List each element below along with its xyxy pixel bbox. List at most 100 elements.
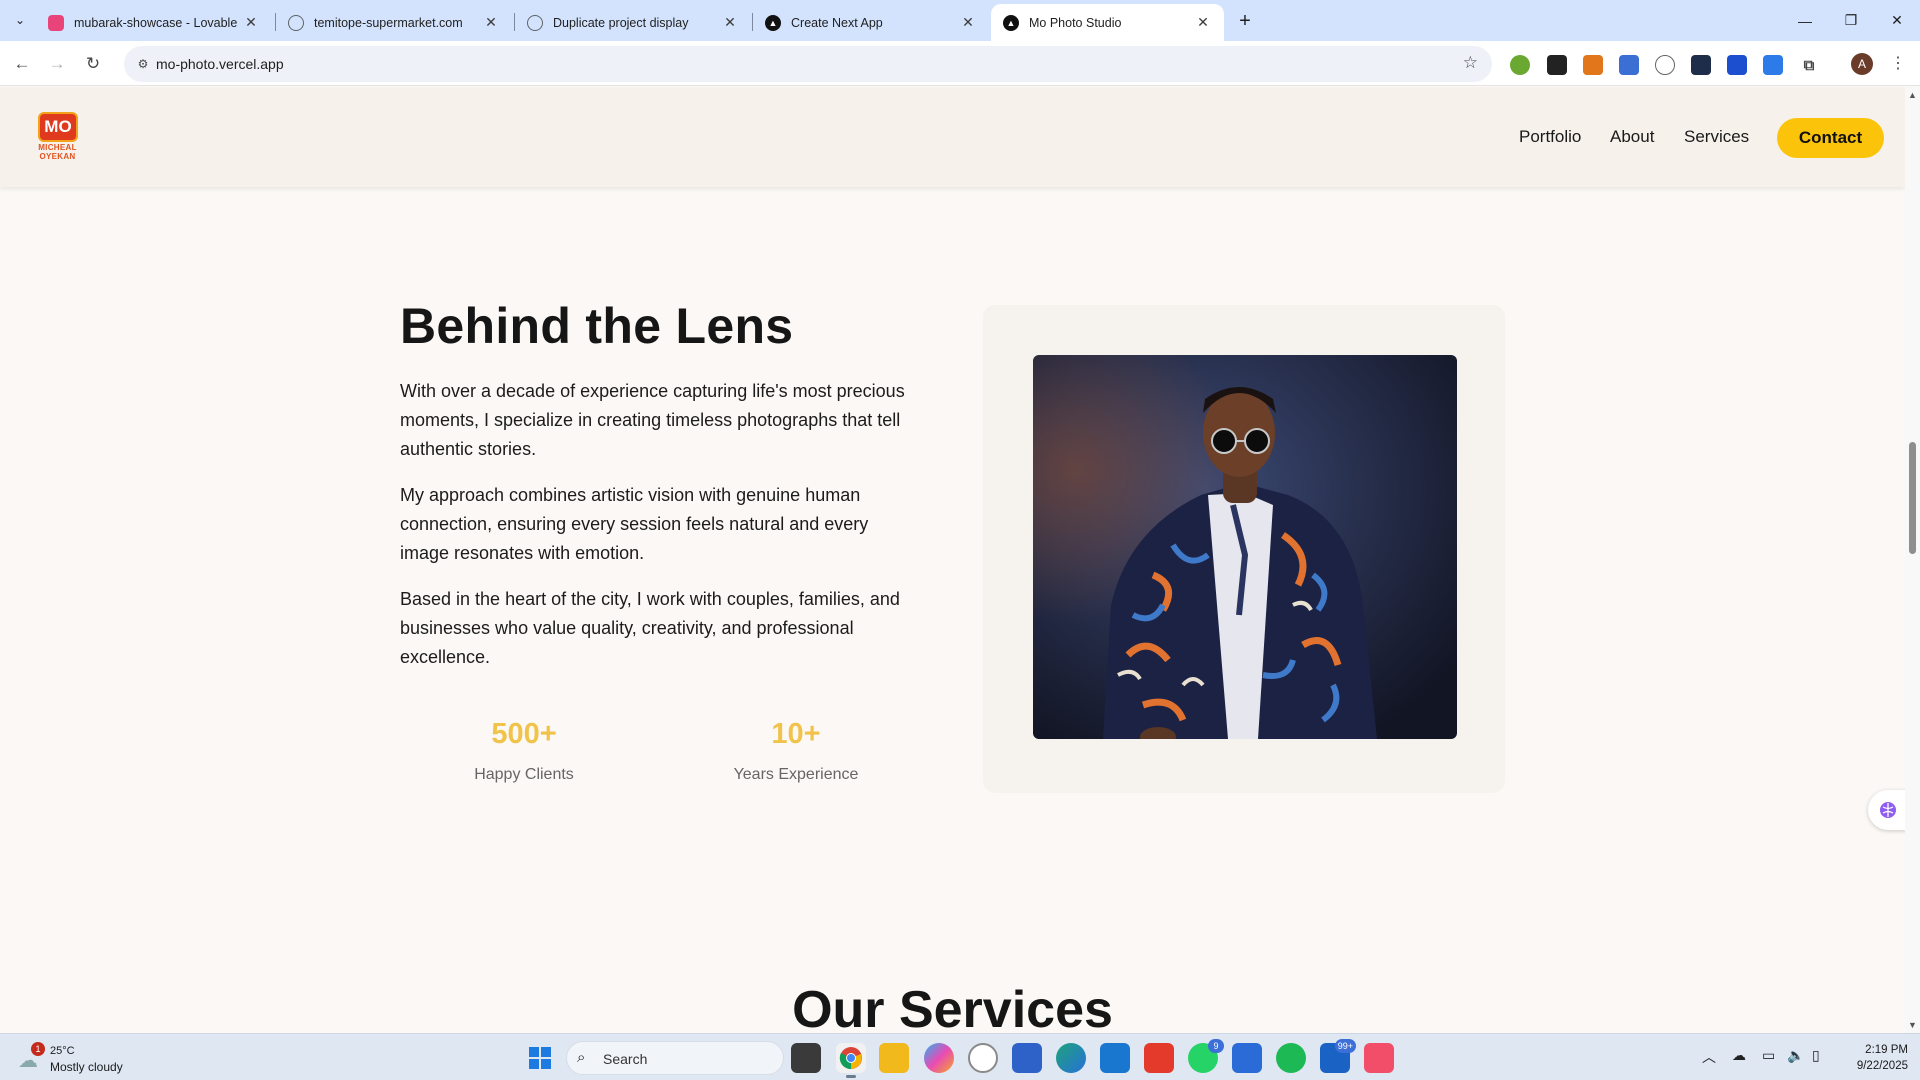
system-clock[interactable]: 2:19 PM 9/22/2025 [1838,1042,1908,1074]
browser-tab-1[interactable]: mubarak-showcase - Lovable ✕ [36,4,272,41]
browser-toolbar: ← → ↻ ⚙ mo-photo.vercel.app ☆ ⧉ A ⋮ [0,41,1920,86]
browser-tabstrip: ⌄ mubarak-showcase - Lovable ✕ temitope-… [0,0,1920,41]
minimize-icon[interactable]: — [1782,0,1828,41]
spotify-icon[interactable] [1276,1043,1306,1073]
search-icon: ⌕ [577,1049,586,1066]
stat-clients-value: 500+ [491,718,557,750]
logo-mark: MO [38,112,78,142]
page-scrollbar[interactable]: ▲ ▼ [1905,87,1920,1033]
tab-title: Duplicate project display [553,15,689,30]
windows-start-icon[interactable] [525,1043,555,1073]
url-text[interactable]: mo-photo.vercel.app [156,56,284,72]
nav-services[interactable]: Services [1684,127,1749,147]
tab-search-chevron-icon[interactable]: ⌄ [8,8,32,32]
profile-avatar[interactable]: A [1851,53,1873,75]
search-label: Search [603,1051,648,1067]
extension-doc-icon[interactable] [1619,55,1639,75]
taskbar-search[interactable]: ⌕ Search [566,1041,784,1075]
extension-blue-icon[interactable] [1763,55,1783,75]
metamask-fox-icon[interactable] [1583,55,1603,75]
globe-icon [288,14,304,31]
chatgpt-icon [527,14,543,31]
site-info-icon[interactable]: ⚙ [134,55,152,73]
site-logo[interactable]: MO MICHEAL OYEKAN [20,112,95,161]
stat-clients-label: Happy Clients [474,766,574,783]
vercel-icon: ▲ [765,14,781,31]
nav-about[interactable]: About [1610,127,1654,147]
weather-badge: 1 [31,1042,45,1056]
vercel-icon: ▲ [1003,14,1019,31]
floating-brain-widget[interactable] [1868,790,1905,830]
onedrive-icon[interactable]: ☁ [1732,1047,1746,1064]
close-tab-icon[interactable]: ✕ [959,14,977,32]
extension-green-icon[interactable] [1510,55,1530,75]
microsoft-store-icon[interactable] [1012,1043,1042,1073]
window-close-icon[interactable]: ✕ [1874,0,1920,41]
new-tab-plus-icon[interactable]: + [1232,8,1258,34]
whatsapp-icon[interactable]: 9 [1188,1039,1224,1073]
logo-text: MICHEAL OYEKAN [38,143,77,161]
photographer-portrait [1033,355,1457,739]
kebab-menu-icon[interactable]: ⋮ [1890,53,1906,73]
browser-tab-3[interactable]: Duplicate project display ✕ [515,4,751,41]
about-title: Behind the Lens [400,298,794,354]
scroll-down-arrow-icon[interactable]: ▼ [1908,1020,1917,1030]
scroll-up-arrow-icon[interactable]: ▲ [1908,90,1917,100]
close-tab-icon[interactable]: ✕ [482,14,500,32]
chrome-icon[interactable] [836,1043,866,1078]
scrollbar-thumb[interactable] [1909,442,1916,554]
app-store-icon[interactable] [1232,1043,1262,1073]
tab-title: Create Next App [791,15,883,30]
stat-years-value: 10+ [771,718,821,750]
lovable-heart-icon [48,14,64,31]
bookmark-star-icon[interactable]: ☆ [1463,53,1478,73]
reload-icon[interactable]: ↻ [79,50,107,78]
services-title: Our Services [792,981,1113,1033]
active-indicator [846,1075,856,1078]
stat-years-label: Years Experience [733,766,859,783]
tab-title: temitope-supermarket.com [314,15,463,30]
extension-circle-icon[interactable] [1655,55,1675,75]
windows-taskbar: ☁ 1 25°C Mostly cloudy ⌕ Search 9 99+ ︿ … [0,1033,1920,1080]
clock-time: 2:19 PM [1865,1044,1908,1056]
tab-title: mubarak-showcase - Lovable [74,15,238,30]
itunes-icon[interactable] [1364,1043,1394,1073]
close-tab-icon[interactable]: ✕ [242,14,260,32]
vscode-icon[interactable] [1100,1043,1130,1073]
close-tab-icon[interactable]: ✕ [721,14,739,32]
show-hidden-icons-chevron-icon[interactable]: ︿ [1702,1047,1716,1067]
whatsapp-outline-icon[interactable] [968,1043,998,1073]
back-arrow-icon[interactable]: ← [8,50,36,78]
office-app-icon[interactable] [1144,1043,1174,1073]
weather-widget[interactable]: ☁ 1 25°C Mostly cloudy [18,1042,158,1074]
nav-portfolio[interactable]: Portfolio [1519,127,1581,147]
contact-button[interactable]: Contact [1777,118,1884,158]
site-header: MO MICHEAL OYEKAN Portfolio About Servic… [0,87,1905,187]
battery-icon[interactable]: ▯ [1812,1047,1820,1064]
file-explorer-icon[interactable] [879,1043,909,1073]
react-devtools-icon[interactable] [1691,55,1711,75]
address-bar[interactable]: ⚙ mo-photo.vercel.app ☆ [124,46,1492,82]
close-tab-icon[interactable]: ✕ [1194,14,1212,32]
browser-tab-active[interactable]: ▲ Mo Photo Studio ✕ [991,4,1224,41]
about-paragraph-3: Based in the heart of the city, I work w… [400,589,900,667]
copilot-icon[interactable] [924,1043,954,1073]
shield-extension-icon[interactable] [1727,55,1747,75]
network-icon[interactable]: ▭ [1762,1047,1775,1064]
extensions-puzzle-icon[interactable]: ⧉ [1799,55,1819,75]
restore-icon[interactable]: ❐ [1828,0,1874,41]
volume-icon[interactable]: 🔈 [1787,1047,1804,1064]
about-paragraph-1: With over a decade of experience capturi… [400,381,905,459]
extension-dark-icon[interactable] [1547,55,1567,75]
portrait-illustration [1033,355,1457,739]
about-paragraph-2: My approach combines artistic vision wit… [400,485,869,563]
mail-icon[interactable]: 99+ [1320,1039,1356,1073]
forward-arrow-icon[interactable]: → [43,50,71,78]
browser-tab-4[interactable]: ▲ Create Next App ✕ [753,4,989,41]
browser-tab-2[interactable]: temitope-supermarket.com ✕ [276,4,512,41]
task-view-icon[interactable] [791,1043,821,1073]
tab-title: Mo Photo Studio [1029,15,1122,30]
weather-temp: 25°C [50,1045,75,1057]
edge-icon[interactable] [1056,1043,1086,1073]
brain-icon [1880,802,1896,818]
